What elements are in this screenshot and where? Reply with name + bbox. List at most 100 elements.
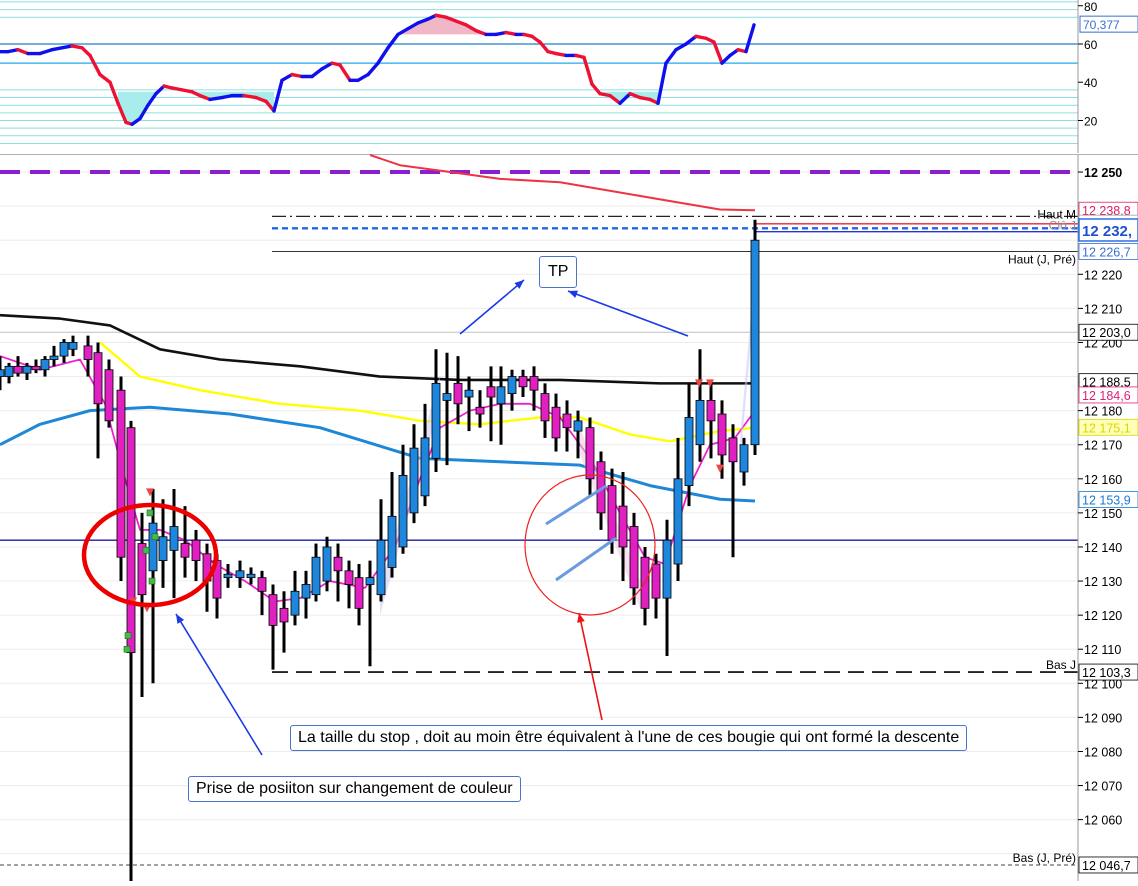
- candle-body: [158, 536, 168, 562]
- candle-body: [562, 413, 572, 429]
- level-labels: Haut MClô JHaut (J, Pré)Bas JBas (J, Pré…: [1008, 207, 1076, 865]
- price-tick-label: 12 090: [1084, 711, 1122, 725]
- candle-body: [180, 543, 190, 558]
- candle-body: [420, 437, 430, 497]
- candle-body: [93, 352, 103, 405]
- candle-body: [750, 239, 760, 446]
- candle-body: [431, 382, 441, 459]
- price-tick-label: 12 220: [1084, 268, 1122, 282]
- candle-body: [83, 345, 93, 360]
- candle-body: [311, 556, 321, 596]
- candle-body: [4, 365, 14, 377]
- candle-body: [235, 570, 245, 579]
- candle-body: [246, 573, 256, 579]
- price-tick-label: 12 210: [1084, 302, 1122, 316]
- candle-body: [496, 386, 506, 405]
- candle-body: [169, 526, 179, 551]
- candle-body: [344, 570, 354, 585]
- candle-body: [529, 376, 539, 391]
- candle-body: [126, 427, 136, 654]
- oscillator-tick-label: 40: [1084, 76, 1098, 90]
- price-tick-label: 12 060: [1084, 814, 1122, 828]
- candle-body: [104, 369, 114, 422]
- candle-body: [279, 607, 289, 623]
- ma-line-red: [369, 154, 756, 212]
- candle-body: [22, 365, 32, 374]
- candle-body: [333, 556, 343, 572]
- candle-body: [540, 393, 550, 422]
- signal-square: [148, 577, 156, 585]
- price-tick-label: 12 130: [1084, 575, 1122, 589]
- candle-body: [486, 386, 496, 398]
- candle-body: [618, 505, 628, 548]
- price-tick-label: 12 150: [1084, 507, 1122, 521]
- arrow-line: [567, 290, 689, 337]
- candle-body: [573, 420, 583, 432]
- candle-body: [301, 584, 311, 599]
- light-blue-stroke: [555, 536, 617, 582]
- candle-body: [464, 389, 474, 398]
- candle-body: [706, 400, 716, 422]
- price-tick-label: 12 140: [1084, 541, 1122, 555]
- candle-body: [31, 365, 41, 371]
- price-label-text: 12 046,7: [1082, 859, 1131, 873]
- candle-body: [662, 539, 672, 599]
- note-entry: Prise de posiiton sur changement de coul…: [188, 776, 521, 802]
- signal-square: [123, 645, 131, 653]
- arrow-line: [459, 279, 525, 335]
- oscillator-background: [0, 0, 1078, 153]
- candle-body: [354, 577, 364, 609]
- arrow-head: [568, 290, 578, 298]
- arrow-line: [175, 613, 263, 756]
- candle-body: [442, 393, 452, 401]
- price-label-text: 12 103,3: [1082, 666, 1131, 680]
- last-price-text: 12 232,: [1082, 223, 1132, 240]
- signal-square: [142, 547, 150, 554]
- level-label: Bas J: [1046, 658, 1076, 672]
- candle-body: [717, 413, 727, 456]
- candle-body: [322, 546, 332, 582]
- candle-body: [68, 342, 78, 350]
- candle-body: [13, 365, 23, 374]
- oscillator-tick-label: 60: [1084, 38, 1098, 52]
- arrow-line: [578, 612, 603, 721]
- candle-body: [695, 400, 705, 446]
- price-label-text: 12 184,6: [1082, 389, 1131, 403]
- price-tick-label: 12 250: [1084, 166, 1122, 180]
- candle-body: [223, 573, 233, 579]
- candle-body: [607, 485, 617, 541]
- level-label: Clô J: [1049, 218, 1076, 232]
- oscillator-current-value: 70,377: [1079, 15, 1138, 33]
- candle-body: [290, 590, 300, 616]
- price-tick-label: 12 070: [1084, 780, 1122, 794]
- candle-body: [0, 369, 5, 377]
- trading-chart: 80 60 40 20 70,377 12 250 12 220 12 210 12 200…: [0, 0, 1138, 881]
- candle-body: [453, 382, 463, 405]
- candle-body: [684, 417, 694, 487]
- candle-body: [728, 437, 738, 463]
- oscillator-segment: [208, 95, 224, 102]
- candle-body: [651, 563, 661, 599]
- candle-body: [376, 539, 386, 596]
- candle-body: [475, 406, 485, 415]
- signal-square: [146, 509, 154, 517]
- candle-body: [116, 389, 126, 558]
- price-tick-label: 12 180: [1084, 405, 1122, 419]
- candle-body: [59, 342, 69, 357]
- candle-body: [49, 355, 59, 360]
- candle-body: [40, 359, 50, 371]
- price-tick-label: 12 160: [1084, 473, 1122, 487]
- price-tick-label: 12 110: [1084, 643, 1121, 657]
- note-stop-size: La taille du stop , doit au moin être éq…: [290, 725, 968, 751]
- candle-body: [585, 427, 595, 480]
- price-label-text: 12 175,1: [1082, 421, 1131, 435]
- oscillator-value-label: 70,377: [1083, 18, 1120, 32]
- candle-body: [191, 539, 201, 562]
- candle-body: [257, 577, 267, 592]
- price-label-text: 12 203,0: [1082, 326, 1131, 340]
- tp-label: TP: [539, 256, 578, 288]
- price-label-text: 12 226,7: [1082, 245, 1131, 259]
- candle-body: [518, 376, 528, 388]
- price-tick-label: 12 120: [1084, 609, 1122, 623]
- candle-body: [148, 522, 158, 572]
